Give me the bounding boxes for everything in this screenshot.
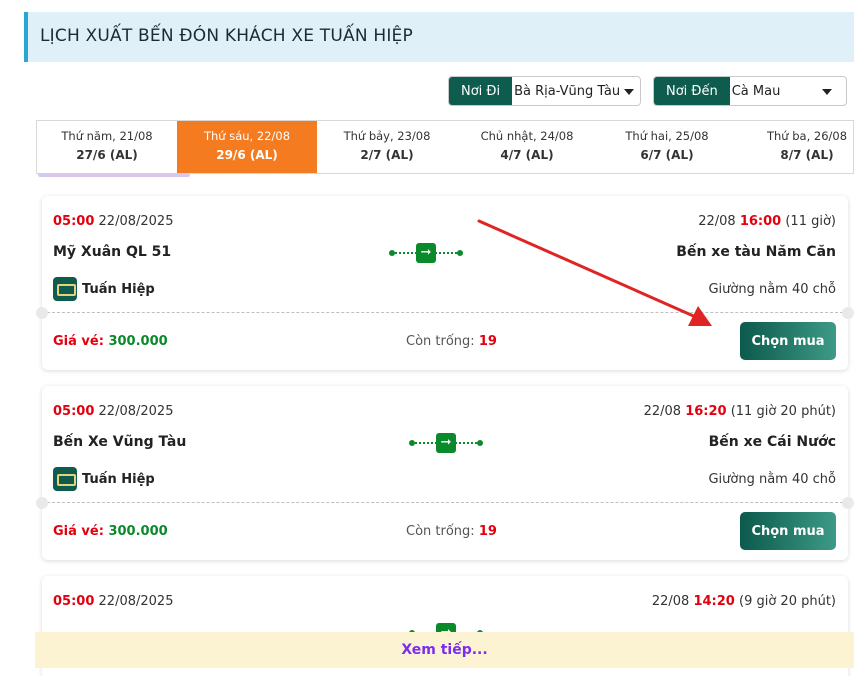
arrival: 22/08 16:20 (11 giờ 20 phút) — [644, 404, 836, 419]
date-tab-day: Thứ năm, 21/08 — [61, 129, 153, 143]
operator-name: Tuấn Hiệp — [82, 281, 155, 297]
date-tab-day: Thứ ba, 26/08 — [766, 129, 848, 143]
trip-card: 05:00 22/08/2025 22/08 16:20 (11 giờ 20 … — [36, 386, 854, 560]
page-header: LỊCH XUẤT BẾN ĐÓN KHÁCH XE TUẤN HIỆP — [24, 12, 854, 62]
trip-duration: (9 giờ 20 phút) — [739, 594, 836, 609]
arrival-date: 22/08 — [651, 594, 690, 609]
date-tab-lunar: 29/6 (AL) — [216, 148, 278, 162]
arrival: 22/08 14:20 (9 giờ 20 phút) — [652, 594, 836, 609]
date-tab-day: Thứ sáu, 22/08 — [203, 129, 291, 143]
departure-time: 05:00 — [53, 214, 95, 229]
destination-station: Bến xe Cái Nước — [708, 434, 836, 450]
origin-station: Mỹ Xuân QL 51 — [53, 244, 172, 260]
destination-select[interactable]: Nơi Đến Cà Mau — [653, 76, 847, 106]
price-label: Giá vé: — [53, 334, 104, 349]
destination-station: Bến xe tàu Năm Căn — [676, 244, 836, 260]
date-tab-day: Thứ hai, 25/08 — [625, 129, 709, 143]
date-tab-lunar: 6/7 (AL) — [640, 148, 694, 162]
ticket-divider — [42, 312, 848, 313]
date-scroll-indicator[interactable] — [38, 173, 190, 177]
date-tab-2[interactable]: Thứ bảy, 23/08 2/7 (AL) — [317, 121, 457, 173]
ticket-notch — [36, 497, 48, 509]
available-seats: Còn trống: 19 — [406, 524, 497, 539]
destination-label: Nơi Đến — [654, 77, 730, 105]
origin-value: Bà Rịa-Vũng Tàu — [514, 83, 621, 99]
date-tab-lunar: 4/7 (AL) — [500, 148, 554, 162]
schedule-page: LỊCH XUẤT BẾN ĐÓN KHÁCH XE TUẤN HIỆP Nơi… — [24, 0, 854, 676]
date-tab-lunar: 27/6 (AL) — [76, 148, 138, 162]
buy-button[interactable]: Chọn mua — [740, 322, 836, 360]
date-tab-5[interactable]: Thứ ba, 26/08 8/7 (AL) — [737, 121, 853, 173]
operator-name: Tuấn Hiệp — [82, 471, 155, 487]
operator: Tuấn Hiệp — [53, 467, 155, 491]
price-value: 300.000 — [108, 334, 168, 349]
date-tab-day: Thứ bảy, 23/08 — [343, 129, 431, 143]
arrival-time: 14:20 — [693, 594, 735, 609]
arrow-right-icon: ➞ — [436, 433, 456, 453]
price-value: 300.000 — [108, 524, 168, 539]
seat-type: Giường nằm 40 chỗ — [708, 472, 836, 487]
load-more-button[interactable]: Xem tiếp... — [35, 632, 854, 668]
date-tab-0[interactable]: Thứ năm, 21/08 27/6 (AL) — [37, 121, 177, 173]
arrow-right-icon: ➞ — [416, 243, 436, 263]
arrival-date: 22/08 — [698, 214, 736, 229]
arrival: 22/08 16:00 (11 giờ) — [698, 214, 836, 229]
date-tab-lunar: 2/7 (AL) — [360, 148, 414, 162]
date-tab-day: Chủ nhật, 24/08 — [480, 129, 574, 143]
departure: 05:00 22/08/2025 — [53, 214, 173, 229]
date-tab-lunar: 8/7 (AL) — [780, 148, 834, 162]
price: Giá vé: 300.000 — [53, 524, 168, 539]
bus-logo-icon — [53, 277, 77, 301]
arrival-date: 22/08 — [643, 404, 682, 419]
departure-date: 22/08/2025 — [98, 594, 174, 609]
operator: Tuấn Hiệp — [53, 277, 155, 301]
route-icon: ➞ — [389, 242, 463, 264]
departure: 05:00 22/08/2025 — [53, 404, 173, 419]
departure-time: 05:00 — [53, 594, 95, 609]
departure-date: 22/08/2025 — [98, 404, 174, 419]
chevron-down-icon — [822, 89, 832, 95]
trip-card: 05:00 22/08/2025 22/08 16:00 (11 giờ) Mỹ… — [36, 196, 854, 370]
seat-type: Giường nằm 40 chỗ — [708, 282, 836, 297]
ticket-notch — [842, 307, 854, 319]
page-title: LỊCH XUẤT BẾN ĐÓN KHÁCH XE TUẤN HIỆP — [40, 26, 413, 46]
available-seats-count: 19 — [478, 334, 497, 349]
trip-duration: (11 giờ 20 phút) — [730, 404, 836, 419]
date-tab-3[interactable]: Chủ nhật, 24/08 4/7 (AL) — [457, 121, 597, 173]
route-icon: ➞ — [409, 432, 483, 454]
bus-logo-icon — [53, 467, 77, 491]
trip-duration: (11 giờ) — [785, 214, 836, 229]
origin-label: Nơi Đi — [449, 77, 513, 105]
origin-station: Bến Xe Vũng Tàu — [53, 434, 187, 450]
ticket-notch — [842, 497, 854, 509]
available-seats-label: Còn trống: — [406, 334, 475, 349]
ticket-notch — [36, 307, 48, 319]
date-tab-4[interactable]: Thứ hai, 25/08 6/7 (AL) — [597, 121, 737, 173]
chevron-down-icon — [624, 89, 634, 95]
price: Giá vé: 300.000 — [53, 334, 168, 349]
available-seats-label: Còn trống: — [406, 524, 475, 539]
departure-date: 22/08/2025 — [98, 214, 174, 229]
price-label: Giá vé: — [53, 524, 104, 539]
arrival-time: 16:20 — [685, 404, 727, 419]
available-seats-count: 19 — [478, 524, 497, 539]
date-tab-1[interactable]: Thứ sáu, 22/08 29/6 (AL) — [177, 121, 317, 173]
departure: 05:00 22/08/2025 — [53, 594, 173, 609]
arrival-time: 16:00 — [739, 214, 782, 229]
ticket-divider — [42, 502, 848, 503]
origin-select[interactable]: Nơi Đi Bà Rịa-Vũng Tàu — [448, 76, 641, 106]
departure-time: 05:00 — [53, 404, 95, 419]
available-seats: Còn trống: 19 — [406, 334, 497, 349]
date-tabs: Thứ năm, 21/08 27/6 (AL) Thứ sáu, 22/08 … — [36, 120, 854, 174]
buy-button[interactable]: Chọn mua — [740, 512, 836, 550]
